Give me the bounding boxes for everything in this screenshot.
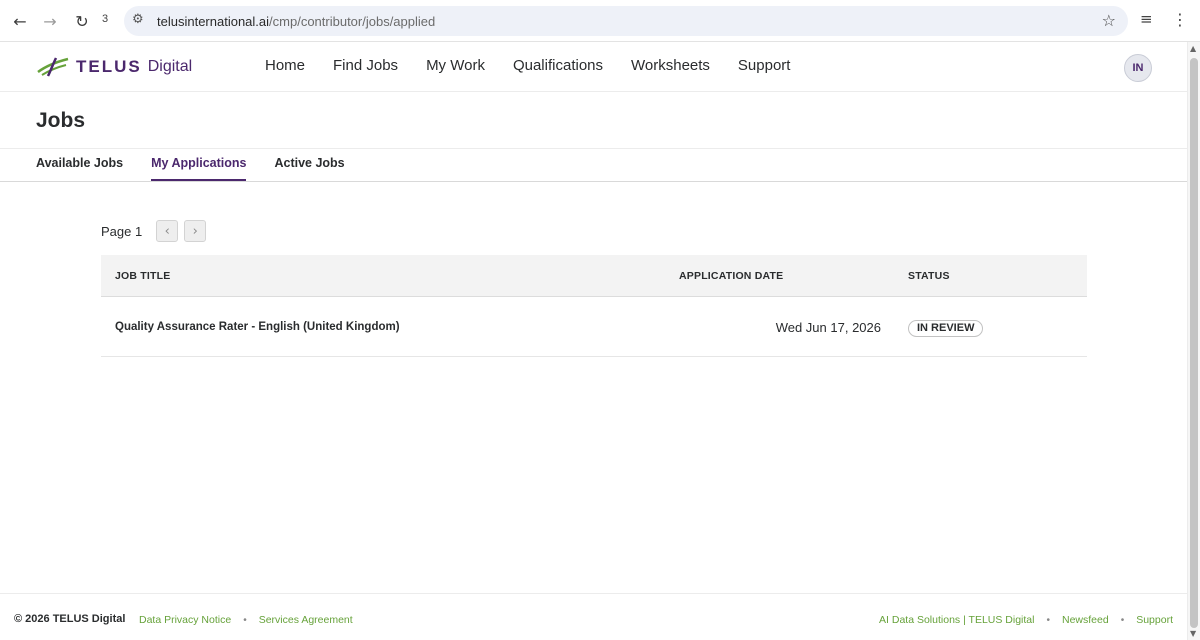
footer-link-support[interactable]: Support xyxy=(1136,614,1173,626)
nav-support[interactable]: Support xyxy=(738,57,791,74)
divider xyxy=(0,181,1187,182)
application-date-cell: Wed Jun 17, 2026 xyxy=(775,320,881,335)
copyright: © 2026 TELUS Digital xyxy=(14,613,126,625)
chevron-right-icon[interactable]: › xyxy=(184,220,207,242)
nav-my-work[interactable]: My Work xyxy=(426,57,485,74)
kebab-menu-icon[interactable]: ⋮ xyxy=(1172,10,1188,29)
avatar[interactable]: IN xyxy=(1124,54,1152,82)
applications-table: JOB TITLE APPLICATION DATE STATUS Qualit… xyxy=(101,255,1087,357)
brand-name: TELUS xyxy=(76,57,142,76)
tab-available-jobs[interactable]: Available Jobs xyxy=(36,156,123,181)
pagination: Page 1 ‹ › xyxy=(101,220,212,242)
reload-icon[interactable]: ↻ xyxy=(70,9,94,33)
footer-link-services-agreement[interactable]: Services Agreement xyxy=(259,614,353,626)
footer-links-right: AI Data Solutions | TELUS Digital • News… xyxy=(879,614,1173,626)
page-indicator: Page 1 xyxy=(101,223,143,239)
table-header: JOB TITLE APPLICATION DATE STATUS xyxy=(101,255,1087,297)
scroll-down-icon[interactable]: ▼ xyxy=(1190,629,1196,638)
chevron-left-icon[interactable]: ‹ xyxy=(156,220,179,242)
tune-icon[interactable]: ⚙ xyxy=(132,12,144,27)
page-scrollbar[interactable]: ▲ ▼ xyxy=(1187,42,1200,640)
address-bar[interactable]: ⚙ telusinternational.ai/cmp/contributor/… xyxy=(124,6,1128,36)
main-nav: Home Find Jobs My Work Qualifications Wo… xyxy=(265,57,818,74)
status-badge: IN REVIEW xyxy=(908,320,984,337)
telus-critter-icon xyxy=(37,57,69,77)
queue-music-icon[interactable]: ≡ xyxy=(1140,10,1153,28)
jobs-tabs: Available Jobs My Applications Active Jo… xyxy=(36,156,373,181)
star-icon[interactable]: ☆ xyxy=(1102,11,1116,30)
scroll-up-icon[interactable]: ▲ xyxy=(1190,44,1196,53)
browser-toolbar: ← → ↻ 3 ⚙ telusinternational.ai/cmp/cont… xyxy=(0,0,1200,42)
url-path: /cmp/contributor/jobs/applied xyxy=(269,14,436,29)
footer-links-left: Data Privacy Notice • Services Agreement xyxy=(139,614,353,626)
separator-dot: • xyxy=(1046,614,1050,626)
nav-qualifications[interactable]: Qualifications xyxy=(513,57,603,74)
site-header: TELUS Digital Home Find Jobs My Work Qua… xyxy=(0,42,1187,92)
url-host: telusinternational.ai xyxy=(157,14,270,29)
tab-count: 3 xyxy=(102,13,109,25)
url-text[interactable]: telusinternational.ai/cmp/contributor/jo… xyxy=(157,14,435,29)
column-header-status: STATUS xyxy=(908,270,950,282)
separator-dot: • xyxy=(1120,614,1125,626)
nav-home[interactable]: Home xyxy=(265,57,305,74)
footer-link-ai-data-solutions[interactable]: AI Data Solutions | TELUS Digital xyxy=(879,614,1034,626)
scrollbar-thumb[interactable] xyxy=(1190,58,1198,628)
column-header-job-title: JOB TITLE xyxy=(115,270,171,282)
separator-dot: • xyxy=(243,614,247,626)
footer-link-newsfeed[interactable]: Newsfeed xyxy=(1062,614,1109,626)
footer-link-data-privacy[interactable]: Data Privacy Notice xyxy=(139,614,231,626)
nav-find-jobs[interactable]: Find Jobs xyxy=(333,57,398,74)
divider xyxy=(0,148,1187,149)
page-title: Jobs xyxy=(36,109,86,132)
tab-active-jobs[interactable]: Active Jobs xyxy=(274,156,344,181)
brand-suffix: Digital xyxy=(147,58,193,75)
table-row[interactable]: Quality Assurance Rater - English (Unite… xyxy=(101,297,1087,357)
nav-worksheets[interactable]: Worksheets xyxy=(631,57,710,74)
arrow-right-icon[interactable]: → xyxy=(38,9,62,33)
column-header-application-date: APPLICATION DATE xyxy=(679,270,784,282)
job-title-cell[interactable]: Quality Assurance Rater - English (Unite… xyxy=(115,321,400,333)
tab-my-applications[interactable]: My Applications xyxy=(151,156,247,181)
site-footer: © 2026 TELUS Digital Data Privacy Notice… xyxy=(0,593,1187,640)
arrow-left-icon[interactable]: ← xyxy=(8,9,32,33)
telus-digital-logo[interactable]: TELUS Digital xyxy=(36,53,192,81)
